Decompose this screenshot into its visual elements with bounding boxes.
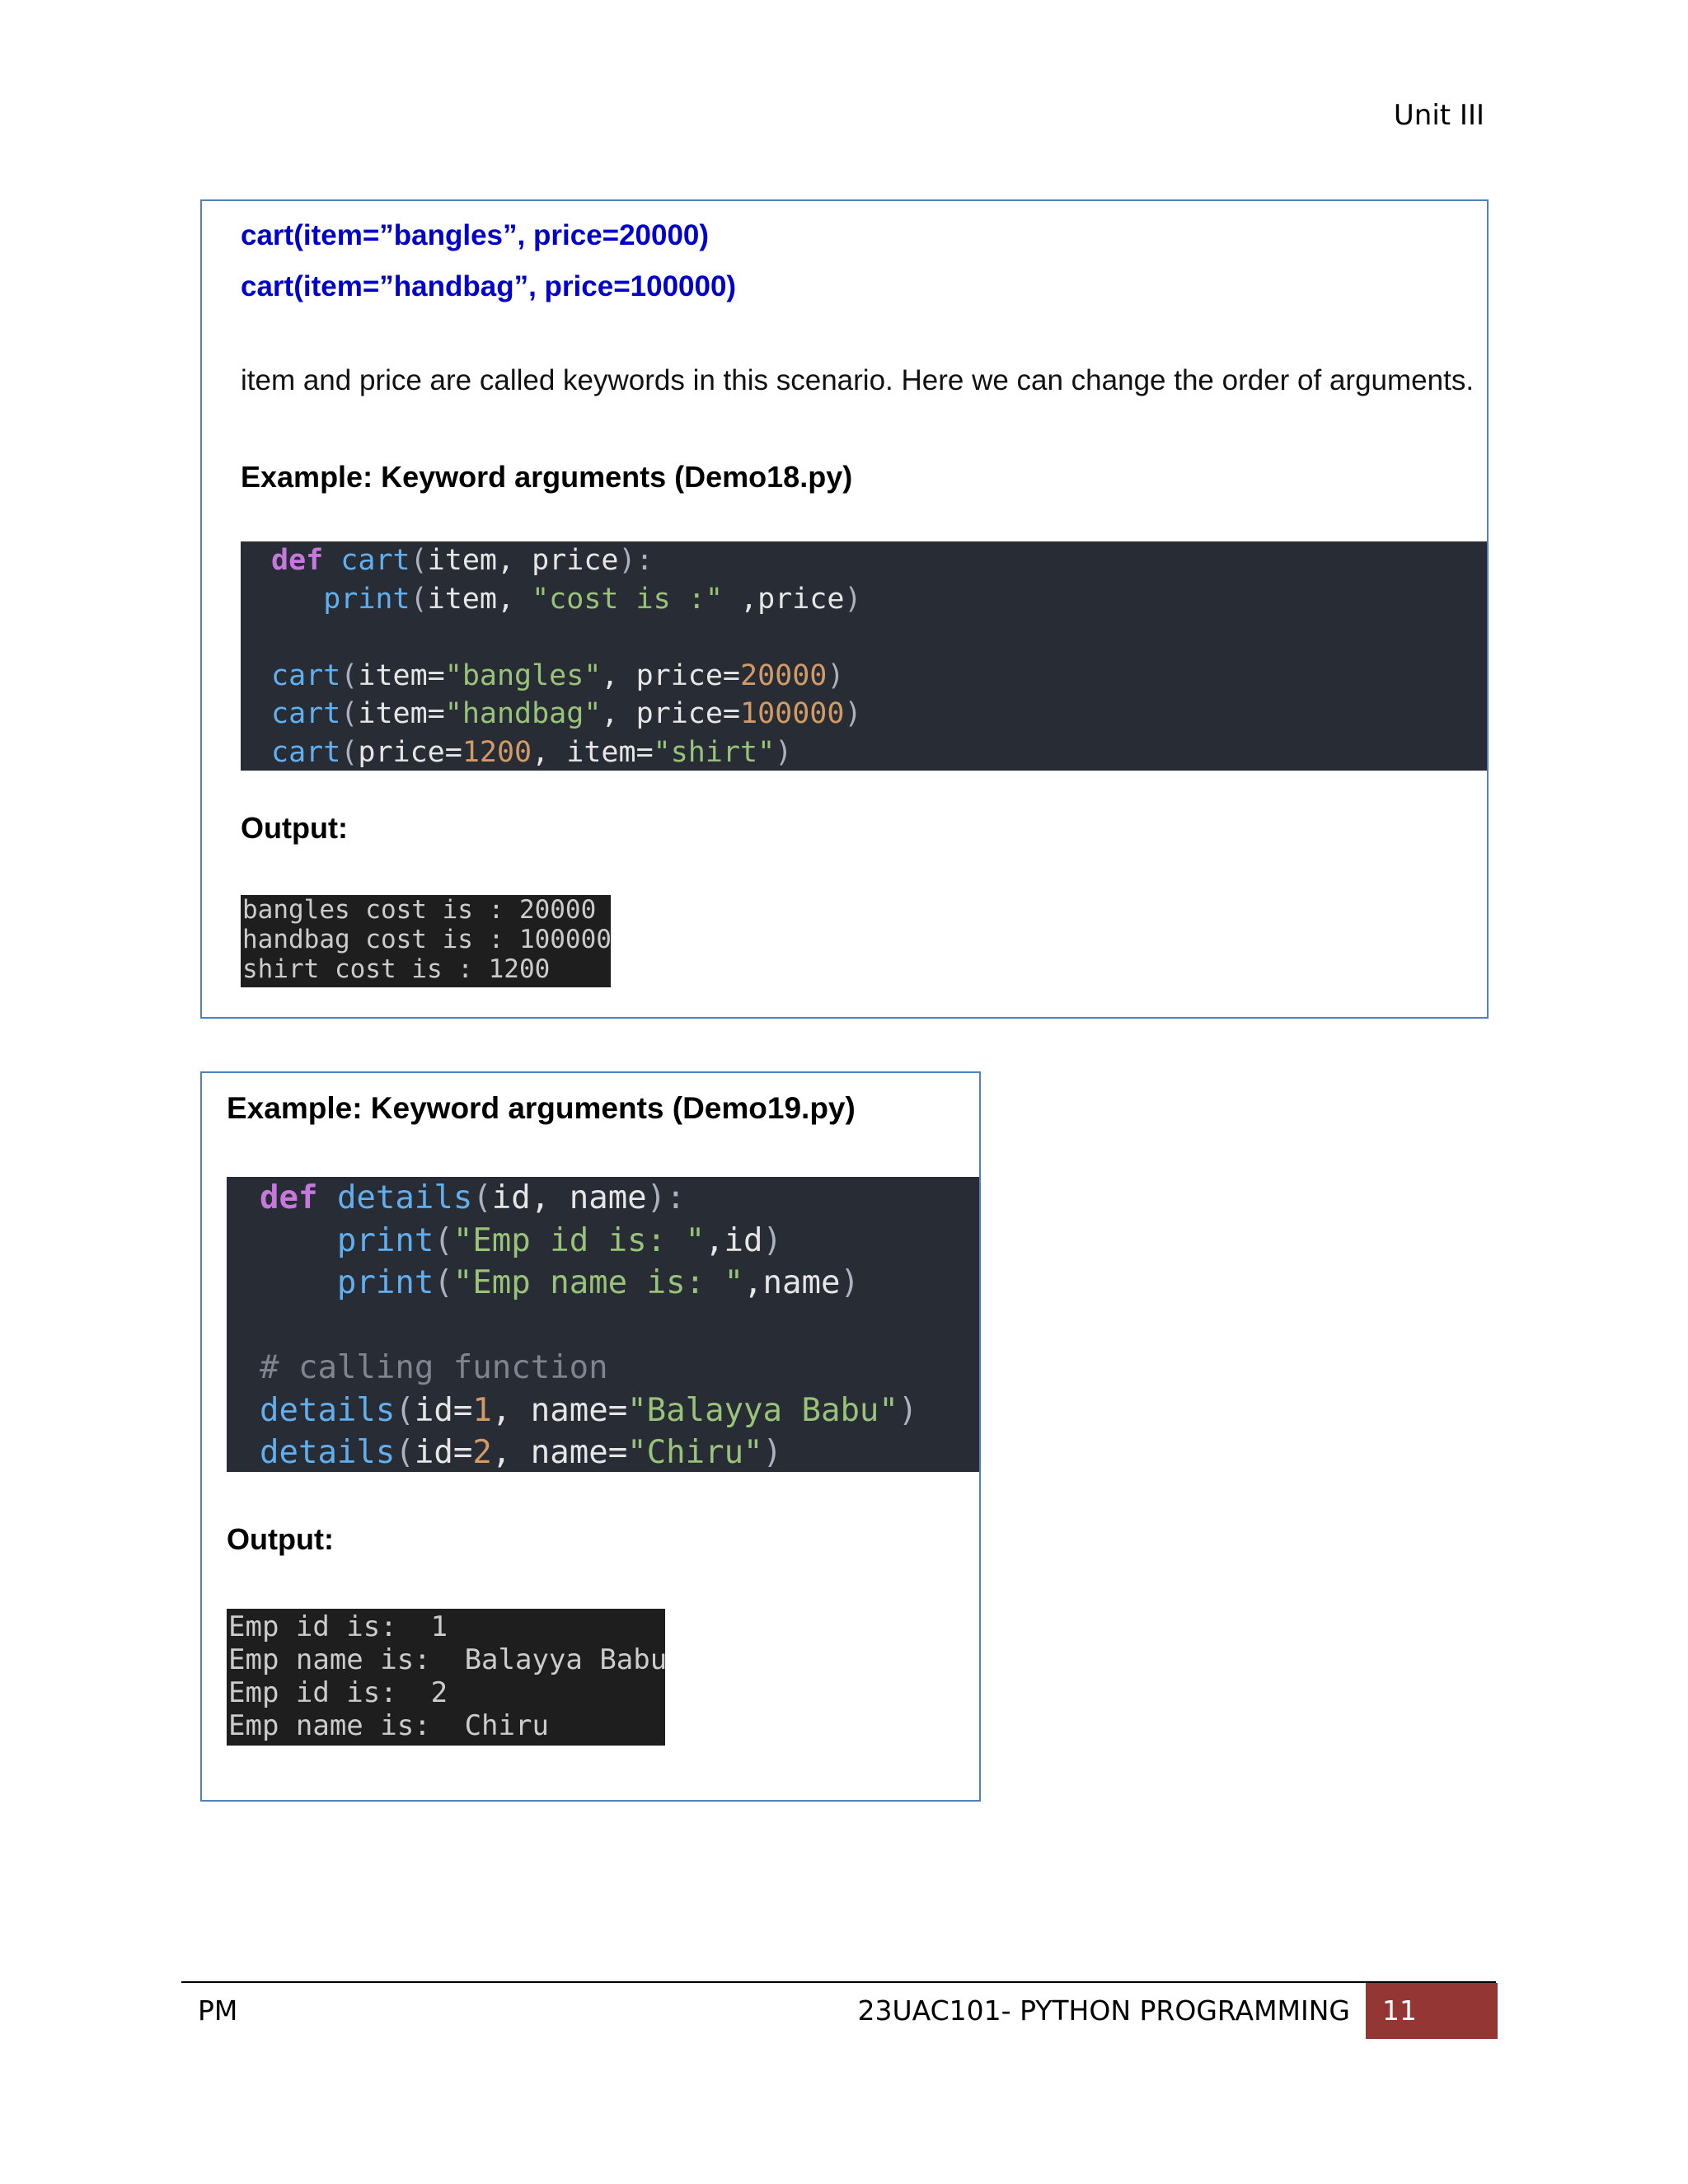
output-line: Emp id is: 1 — [228, 1610, 448, 1643]
code-line: cart(price=1200, item="shirt") — [271, 735, 793, 769]
footer-divider — [181, 1981, 1496, 1983]
code-line: print("Emp name is: ",name) — [336, 1264, 860, 1301]
code-comment: # calling function — [260, 1349, 608, 1386]
output-console-demo19: Emp id is: 1 Emp name is: Balayya Babu Emp… — [227, 1609, 668, 1746]
page-number: 11 — [1366, 1983, 1498, 2039]
code-line: print(item, "cost is :" ,price) — [323, 582, 862, 616]
code-line: details(id=2, name="Chiru") — [260, 1434, 783, 1471]
output-line: bangles cost is : 20000 — [242, 895, 597, 925]
code-line: details(id=1, name="Balayya Babu") — [260, 1391, 918, 1429]
code-line: cart(item="handbag", price=100000) — [271, 697, 862, 730]
code-line: print("Emp id is: ",id) — [336, 1221, 782, 1259]
output-line: Emp name is: Balayya Babu — [228, 1643, 668, 1676]
code-line: def cart(item, price): — [271, 544, 654, 577]
output-line: shirt cost is : 1200 — [242, 954, 551, 984]
example-box-demo19: Example: Keyword arguments (Demo19.py) d… — [200, 1071, 981, 1802]
code-line: cart(item="bangles", price=20000) — [271, 658, 845, 692]
output-console-demo18: bangles cost is : 20000 handbag cost is :… — [241, 895, 612, 987]
example-box-demo18: cart(item=”bangles”, price=20000) cart(i… — [200, 199, 1489, 1019]
code-line: def details(id, name): — [260, 1179, 686, 1216]
output-heading-demo18: Output: — [241, 811, 348, 845]
output-heading-demo19: Output: — [227, 1522, 334, 1556]
call-example-line-2: cart(item=”handbag”, price=100000) — [241, 270, 737, 302]
call-example-line-1: cart(item=”bangles”, price=20000) — [241, 219, 710, 251]
code-block-demo19: def details(id, name): print("Emp id is:… — [227, 1177, 979, 1472]
output-line: Emp id is: 2 — [228, 1676, 448, 1709]
unit-label: Unit III — [1393, 99, 1484, 132]
code-block-demo18: def cart(item, price): print(item, "cost… — [241, 541, 1487, 771]
example-heading-demo18: Example: Keyword arguments (Demo18.py) — [241, 460, 853, 494]
explanation-paragraph: item and price are called keywords in th… — [241, 364, 1475, 396]
output-line: handbag cost is : 100000 — [242, 925, 612, 954]
footer-course-title: 23UAC101- PYTHON PROGRAMMING — [857, 1994, 1351, 2027]
footer-initials: PM — [198, 1994, 238, 2027]
example-heading-demo19: Example: Keyword arguments (Demo19.py) — [227, 1091, 856, 1125]
output-line: Emp name is: Chiru — [228, 1709, 549, 1742]
